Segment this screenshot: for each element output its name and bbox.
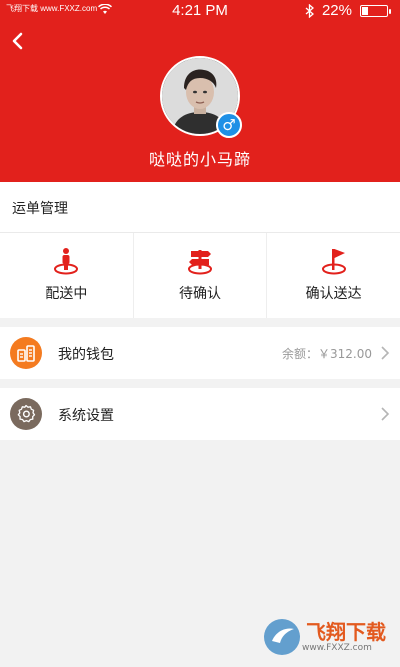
status-bar: 飞翔下载 www.FXXZ.com 4:21 PM 22% xyxy=(0,0,400,22)
tab-delivering[interactable]: 配送中 xyxy=(0,233,133,318)
male-gender-badge: ♂ xyxy=(216,112,242,138)
chevron-right-icon xyxy=(381,407,390,421)
settings-row[interactable]: 系统设置 xyxy=(0,388,400,440)
avatar-wrap: ♂ xyxy=(160,56,242,138)
order-tabs: 配送中 待确认 确认送达 xyxy=(0,233,400,318)
battery-icon xyxy=(360,4,391,17)
tab-pending-confirm[interactable]: 待确认 xyxy=(132,233,267,318)
wallet-glyph xyxy=(17,345,35,362)
chevron-right-icon xyxy=(381,346,390,360)
tab-pending-confirm-label: 待确认 xyxy=(179,286,221,302)
profile-header: ♂ 哒哒的小马蹄 xyxy=(0,22,400,182)
watermark-icon xyxy=(264,619,300,655)
gear-glyph xyxy=(17,404,36,423)
username: 哒哒的小马蹄 xyxy=(148,150,251,169)
orders-title: 运单管理 xyxy=(12,201,68,217)
status-right: 22% xyxy=(305,2,391,19)
tab-confirm-delivered-label: 确认送达 xyxy=(305,286,362,302)
tab-delivering-label: 配送中 xyxy=(45,286,88,302)
wallet-icon xyxy=(10,337,42,369)
watermark-url: www.FXXZ.com xyxy=(302,643,372,653)
orders-card: 运单管理 配送中 待确认 确认送达 xyxy=(0,182,400,318)
wallet-label: 我的钱包 xyxy=(58,347,114,363)
watermark-logo: 飞翔下载 www.FXXZ.com xyxy=(262,614,392,660)
watermark-title: 飞翔下载 xyxy=(306,620,386,644)
back-button[interactable] xyxy=(6,28,32,54)
wallet-row[interactable]: 我的钱包 余额：￥312.00 xyxy=(0,327,400,379)
male-icon: ♂ xyxy=(222,115,236,134)
settings-label: 系统设置 xyxy=(58,408,114,424)
signpost-icon xyxy=(188,250,212,275)
bluetooth-icon xyxy=(305,3,314,18)
tab-confirm-delivered[interactable]: 确认送达 xyxy=(266,233,400,318)
battery-percent: 22% xyxy=(321,2,352,19)
watermark-text-block: 飞翔下载 www.FXXZ.com xyxy=(302,621,386,653)
gear-icon xyxy=(10,398,42,430)
battery-level xyxy=(362,6,368,15)
person-pin-icon xyxy=(54,248,79,275)
flag-pin-icon xyxy=(321,249,346,275)
wallet-balance: 余额：￥312.00 xyxy=(282,347,372,361)
